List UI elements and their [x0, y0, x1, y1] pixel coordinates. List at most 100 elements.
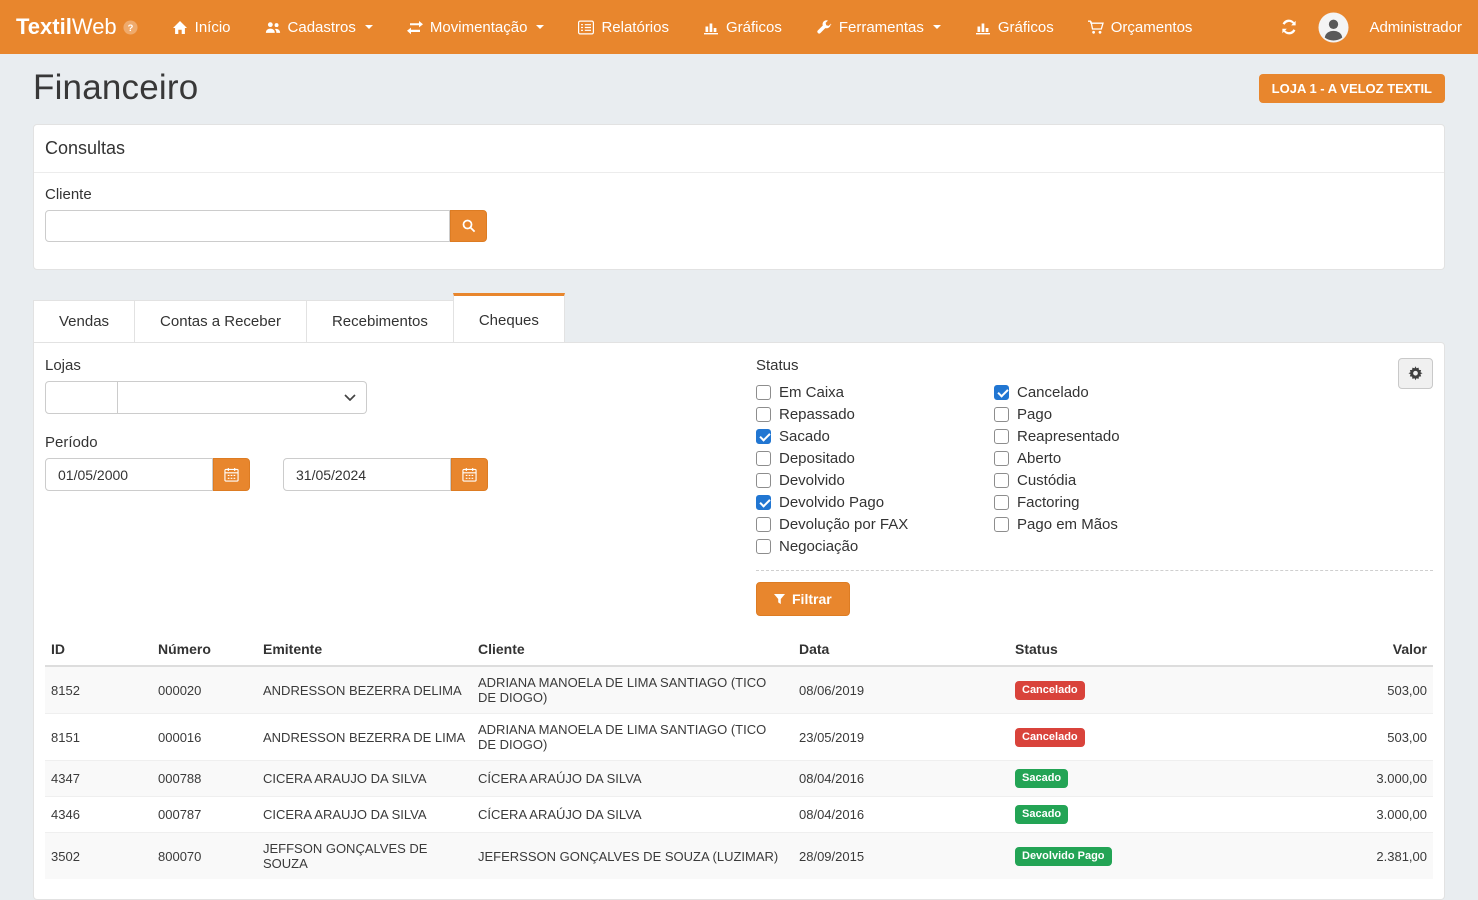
- checkbox-factoring[interactable]: Factoring: [994, 491, 1433, 513]
- tab-contas-a-receber[interactable]: Contas a Receber: [134, 300, 307, 343]
- lojas-code-input[interactable]: [45, 381, 118, 414]
- exchange-icon: [407, 20, 423, 35]
- cell-emitente: CICERA ARAUJO DA SILVA: [257, 761, 472, 797]
- filters-right: Status Em Caixa Repassado Sacado Deposit…: [756, 357, 1433, 616]
- table-row[interactable]: 4346 000787 CICERA ARAUJO DA SILVA CÍCER…: [45, 797, 1433, 833]
- chevron-down-icon: [344, 394, 356, 401]
- checkbox-box: [994, 517, 1009, 532]
- checkbox-box: [994, 495, 1009, 510]
- tab-label: Contas a Receber: [160, 313, 281, 330]
- checkbox-devolvido[interactable]: Devolvido: [756, 469, 994, 491]
- cell-data: 23/05/2019: [793, 714, 1009, 761]
- nav-label: Gráficos: [726, 19, 782, 36]
- checkbox-sacado[interactable]: Sacado: [756, 425, 994, 447]
- checkbox-aberto[interactable]: Aberto: [994, 447, 1433, 469]
- tab-recebimentos[interactable]: Recebimentos: [306, 300, 454, 343]
- status-badge: Cancelado: [1015, 728, 1085, 747]
- checkbox-label: Reapresentado: [1017, 428, 1120, 445]
- consultas-card: Consultas Cliente: [33, 124, 1445, 270]
- cell-numero: 000788: [152, 761, 257, 797]
- checkbox-box: [756, 539, 771, 554]
- question-circle-icon[interactable]: ?: [123, 20, 138, 35]
- nav-item-ferramentas[interactable]: Ferramentas: [816, 19, 941, 36]
- cell-valor: 503,00: [1279, 714, 1433, 761]
- home-icon: [172, 20, 188, 35]
- page-head: Financeiro LOJA 1 - A VELOZ TEXTIL: [0, 54, 1478, 124]
- nav-item-movimentacao[interactable]: Movimentação: [407, 19, 545, 36]
- filter-icon: [774, 594, 785, 605]
- date-to-input[interactable]: [283, 458, 451, 491]
- nav-item-orcamentos[interactable]: Orçamentos: [1088, 19, 1193, 36]
- nav-label: Início: [195, 19, 231, 36]
- checkbox-box: [994, 451, 1009, 466]
- col-header-id: ID: [45, 633, 152, 666]
- checkbox-repassado[interactable]: Repassado: [756, 403, 994, 425]
- filters-row: Lojas Período: [45, 357, 1433, 616]
- date-from-input[interactable]: [45, 458, 213, 491]
- wrench-icon: [816, 20, 832, 35]
- user-name[interactable]: Administrador: [1369, 19, 1462, 36]
- checkbox-devolvido-pago[interactable]: Devolvido Pago: [756, 491, 994, 513]
- date-from-calendar-button[interactable]: [213, 458, 250, 491]
- col-header-valor: Valor: [1279, 633, 1433, 666]
- checkbox-custodia[interactable]: Custódia: [994, 469, 1433, 491]
- checkbox-reapresentado[interactable]: Reapresentado: [994, 425, 1433, 447]
- store-badge[interactable]: LOJA 1 - A VELOZ TEXTIL: [1259, 74, 1445, 103]
- nav-item-graficos-2[interactable]: Gráficos: [975, 19, 1054, 36]
- nav-item-relatorios[interactable]: Relatórios: [578, 19, 669, 36]
- cell-id: 8151: [45, 714, 152, 761]
- filtrar-button[interactable]: Filtrar: [756, 582, 850, 616]
- consultas-body: Cliente: [34, 173, 1444, 269]
- nav-item-graficos-1[interactable]: Gráficos: [703, 19, 782, 36]
- checkbox-depositado[interactable]: Depositado: [756, 447, 994, 469]
- checkbox-label: Cancelado: [1017, 384, 1089, 401]
- cell-status: Sacado: [1009, 797, 1279, 833]
- table-row[interactable]: 8151 000016 ANDRESSON BEZERRA DE LIMA AD…: [45, 714, 1433, 761]
- checkbox-cancelado[interactable]: Cancelado: [994, 381, 1433, 403]
- cliente-search-group: [45, 210, 487, 242]
- checkbox-box: [994, 385, 1009, 400]
- checkbox-label: Custódia: [1017, 472, 1076, 489]
- refresh-icon[interactable]: [1280, 18, 1298, 36]
- nav-item-cadastros[interactable]: Cadastros: [265, 19, 373, 36]
- col-header-data: Data: [793, 633, 1009, 666]
- lojas-select[interactable]: [118, 381, 367, 414]
- navbar-right: Administrador: [1280, 12, 1462, 43]
- checkbox-box: [756, 385, 771, 400]
- cell-id: 8152: [45, 666, 152, 714]
- tab-vendas[interactable]: Vendas: [33, 300, 135, 343]
- table-row[interactable]: 4347 000788 CICERA ARAUJO DA SILVA CÍCER…: [45, 761, 1433, 797]
- nav-item-inicio[interactable]: Início: [172, 19, 231, 36]
- table-row[interactable]: 3502 800070 JEFFSON GONÇALVES DE SOUZA J…: [45, 833, 1433, 880]
- cliente-search-input[interactable]: [45, 210, 450, 242]
- cell-emitente: ANDRESSON BEZERRA DELIMA: [257, 666, 472, 714]
- checkbox-devolucao-por-fax[interactable]: Devolução por FAX: [756, 513, 994, 535]
- date-from-group: [45, 458, 250, 491]
- cart-icon: [1088, 20, 1104, 35]
- checkbox-negociacao[interactable]: Negociação: [756, 535, 994, 557]
- settings-button[interactable]: [1398, 358, 1433, 389]
- cell-data: 28/09/2015: [793, 833, 1009, 880]
- checkbox-label: Em Caixa: [779, 384, 844, 401]
- nav-menu: Início Cadastros Movimentação Relatórios…: [172, 19, 1193, 36]
- avatar[interactable]: [1318, 12, 1349, 43]
- checkbox-pago-em-maos[interactable]: Pago em Mãos: [994, 513, 1433, 535]
- cell-cliente: ADRIANA MANOELA DE LIMA SANTIAGO (TICO D…: [472, 714, 793, 761]
- brand-logo[interactable]: TextilWeb ?: [16, 14, 138, 40]
- table-row[interactable]: 8152 000020 ANDRESSON BEZERRA DELIMA ADR…: [45, 666, 1433, 714]
- checkbox-em-caixa[interactable]: Em Caixa: [756, 381, 994, 403]
- checkbox-box: [756, 407, 771, 422]
- checkbox-label: Pago: [1017, 406, 1052, 423]
- date-to-calendar-button[interactable]: [451, 458, 488, 491]
- cliente-search-button[interactable]: [450, 210, 487, 242]
- svg-text:?: ?: [127, 22, 133, 32]
- tab-cheques[interactable]: Cheques: [453, 293, 565, 342]
- nav-label: Movimentação: [430, 19, 528, 36]
- cell-numero: 800070: [152, 833, 257, 880]
- cell-emitente: CICERA ARAUJO DA SILVA: [257, 797, 472, 833]
- cell-valor: 503,00: [1279, 666, 1433, 714]
- filtrar-label: Filtrar: [792, 591, 832, 607]
- checkbox-pago[interactable]: Pago: [994, 403, 1433, 425]
- cell-valor: 2.381,00: [1279, 833, 1433, 880]
- status-column-1: Em Caixa Repassado Sacado Depositado Dev…: [756, 381, 994, 557]
